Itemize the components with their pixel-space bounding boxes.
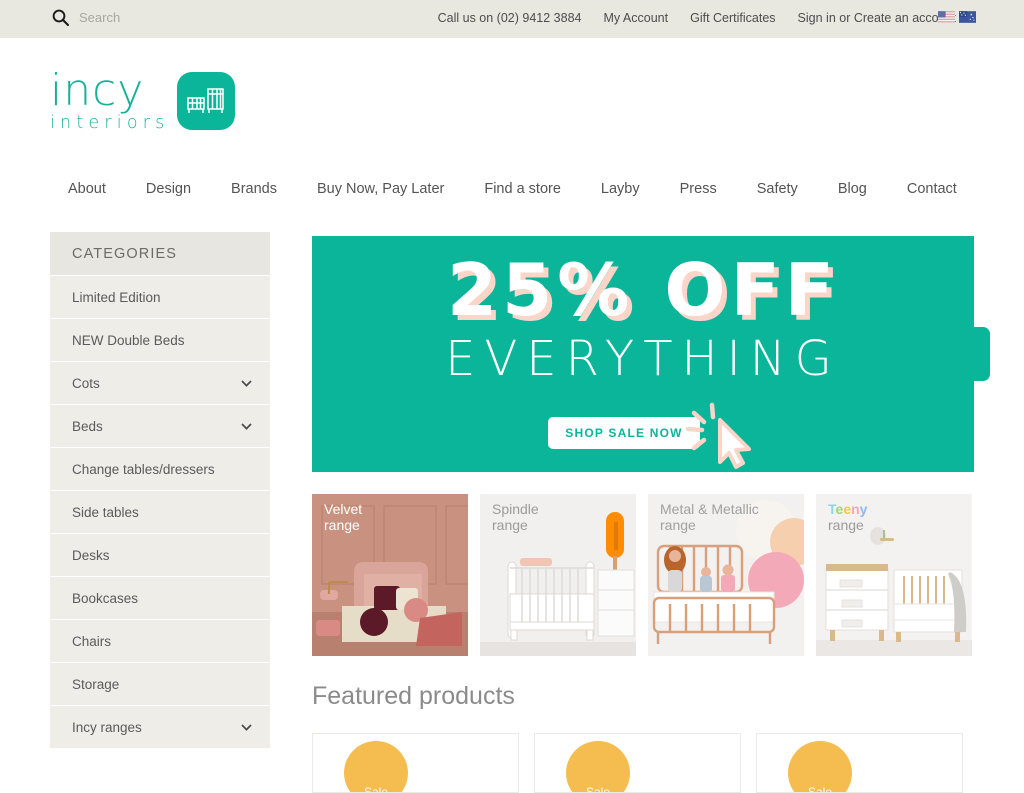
nav-item-safety[interactable]: Safety: [737, 181, 818, 197]
search-input[interactable]: [79, 10, 319, 25]
sidebar-title: CATEGORIES: [50, 232, 270, 275]
nav-item-find-a-store[interactable]: Find a store: [464, 181, 581, 197]
sidebar-item-label: Side tables: [72, 504, 139, 520]
category-sidebar: CATEGORIES Limited Edition NEW Double Be…: [50, 232, 270, 748]
nav-item-layby[interactable]: Layby: [581, 181, 660, 197]
tile-label-line2: range: [828, 516, 864, 533]
tile-label: Spindle range: [492, 501, 539, 533]
tile-label: Metal & Metallic range: [660, 501, 759, 533]
search-icon[interactable]: [52, 9, 69, 26]
tile-label-line1: Spindle: [492, 501, 539, 517]
language-flags[interactable]: [938, 11, 976, 23]
my-account-link[interactable]: My Account: [603, 11, 668, 25]
nav-item-press[interactable]: Press: [660, 181, 737, 197]
chevron-down-icon[interactable]: [241, 379, 252, 387]
nav-item-list: About Design Brands Buy Now, Pay Later F…: [68, 166, 977, 212]
sidebar-item-label: Change tables/dressers: [72, 461, 215, 477]
tile-metal-metallic-range[interactable]: Metal & Metallic range: [648, 494, 804, 656]
chevron-down-icon[interactable]: [241, 723, 252, 731]
tile-label-line2: range: [324, 516, 360, 533]
nav-item-blog[interactable]: Blog: [818, 181, 887, 197]
sidebar-item-change-tables-dressers[interactable]: Change tables/dressers: [50, 447, 270, 490]
sidebar-item-new-double-beds[interactable]: NEW Double Beds: [50, 318, 270, 361]
tile-label: Velvet range: [324, 501, 363, 533]
hero-subheadline: EVERYTHING: [445, 331, 841, 387]
tile-label-line2: range: [660, 516, 696, 533]
sign-in-link[interactable]: Sign in: [798, 11, 836, 25]
site-logo[interactable]: incy interiors: [50, 65, 236, 133]
featured-products-heading: Featured products: [312, 682, 515, 710]
top-links: Call us on (02) 9412 3884 My Account Gif…: [438, 11, 956, 25]
nav-item-brands[interactable]: Brands: [211, 181, 297, 197]
logo-primary-text: incy: [50, 65, 145, 116]
main-navigation: About Design Brands Buy Now, Pay Later F…: [0, 166, 1024, 381]
nav-item-buy-now-pay-later[interactable]: Buy Now, Pay Later: [297, 181, 464, 197]
range-tiles: Velvet range Spindle range Metal & Metal…: [312, 494, 974, 656]
sidebar-item-beds[interactable]: Beds: [50, 404, 270, 447]
signin-group: Sign in or Create an account: [798, 11, 956, 25]
tile-label-line1: Velvet: [324, 501, 363, 517]
tile-spindle-range[interactable]: Spindle range: [480, 494, 636, 656]
sidebar-item-label: Incy ranges: [72, 719, 142, 735]
logo-secondary-text: interiors: [50, 112, 170, 133]
sidebar-item-cots[interactable]: Cots: [50, 361, 270, 404]
sidebar-item-label: Storage: [72, 676, 120, 692]
sidebar-item-incy-ranges[interactable]: Incy ranges: [50, 705, 270, 748]
sidebar-item-label: Desks: [72, 547, 110, 563]
sale-badge: Sale: [566, 741, 630, 792]
gift-certificates-link[interactable]: Gift Certificates: [690, 11, 775, 25]
nav-item-design[interactable]: Design: [126, 181, 211, 197]
phone-text: Call us on (02) 9412 3884: [437, 11, 582, 25]
product-card[interactable]: Sale: [534, 733, 741, 793]
hero-headline: 25% OFF: [447, 248, 839, 332]
search-box[interactable]: [52, 9, 319, 26]
sidebar-item-label: Chairs: [72, 633, 112, 649]
nav-item-contact[interactable]: Contact: [887, 181, 977, 197]
tile-label-line1: Teeny: [828, 501, 868, 517]
sidebar-item-desks[interactable]: Desks: [50, 533, 270, 576]
sidebar-item-label: Bookcases: [72, 590, 139, 606]
sidebar-item-storage[interactable]: Storage: [50, 662, 270, 705]
product-card[interactable]: Sale: [756, 733, 963, 793]
logo-wordmark: incy interiors: [50, 65, 170, 133]
sidebar-item-side-tables[interactable]: Side tables: [50, 490, 270, 533]
signin-or-text: or: [835, 11, 854, 25]
tile-velvet-range[interactable]: Velvet range: [312, 494, 468, 656]
tile-label-line2: range: [492, 516, 528, 533]
us-flag-icon[interactable]: [938, 11, 955, 23]
sale-badge: Sale: [344, 741, 408, 792]
tile-label: Teeny range: [828, 501, 868, 533]
sidebar-item-bookcases[interactable]: Bookcases: [50, 576, 270, 619]
sidebar-item-chairs[interactable]: Chairs: [50, 619, 270, 662]
product-card[interactable]: Sale: [312, 733, 519, 793]
sidebar-item-label: Beds: [72, 418, 103, 434]
au-flag-icon[interactable]: [959, 11, 976, 23]
tile-label-line1: Metal & Metallic: [660, 501, 759, 517]
top-utility-bar: Call us on (02) 9412 3884 My Account Gif…: [0, 0, 1024, 38]
sidebar-item-label: Limited Edition: [72, 289, 161, 305]
cursor-pointer-icon: [685, 402, 751, 469]
chevron-down-icon[interactable]: [241, 422, 252, 430]
logo-furniture-icon: [177, 72, 236, 131]
tile-teeny-range[interactable]: Teeny range: [816, 494, 972, 656]
sidebar-item-limited-edition[interactable]: Limited Edition: [50, 275, 270, 318]
featured-products-list: Sale Sale Sale: [312, 733, 974, 793]
sidebar-item-label: Cots: [72, 375, 100, 391]
sidebar-item-label: NEW Double Beds: [72, 332, 185, 348]
nav-item-about[interactable]: About: [68, 181, 126, 197]
sale-badge: Sale: [788, 741, 852, 792]
